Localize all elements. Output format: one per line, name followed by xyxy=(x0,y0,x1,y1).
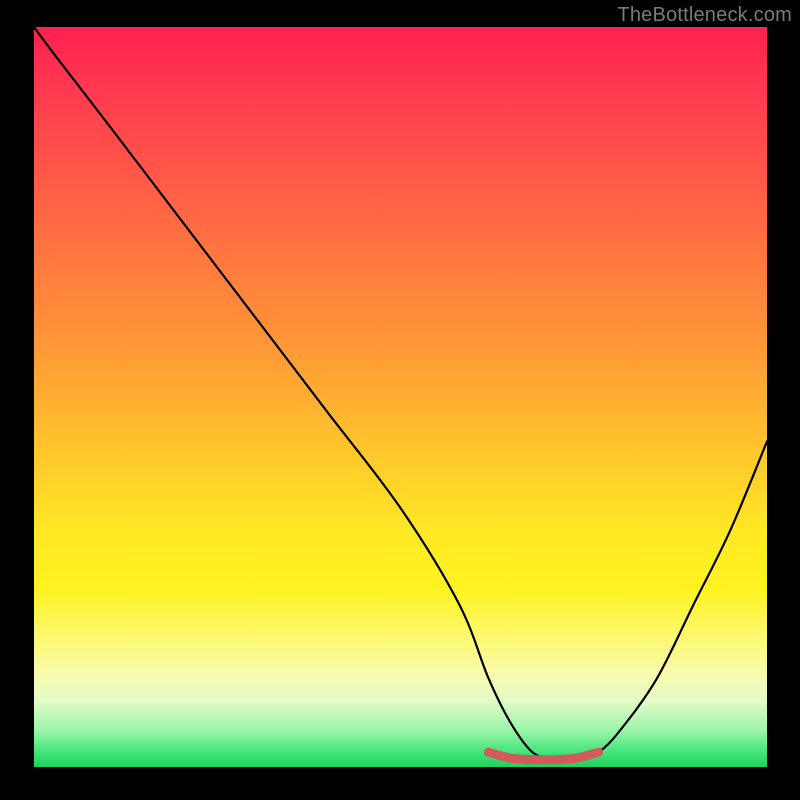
bottleneck-curve xyxy=(34,27,767,761)
plot-area xyxy=(34,27,767,767)
chart-frame: TheBottleneck.com xyxy=(0,0,800,800)
bottom-marker xyxy=(488,752,598,760)
curve-layer xyxy=(34,27,767,767)
watermark-label: TheBottleneck.com xyxy=(617,4,792,27)
